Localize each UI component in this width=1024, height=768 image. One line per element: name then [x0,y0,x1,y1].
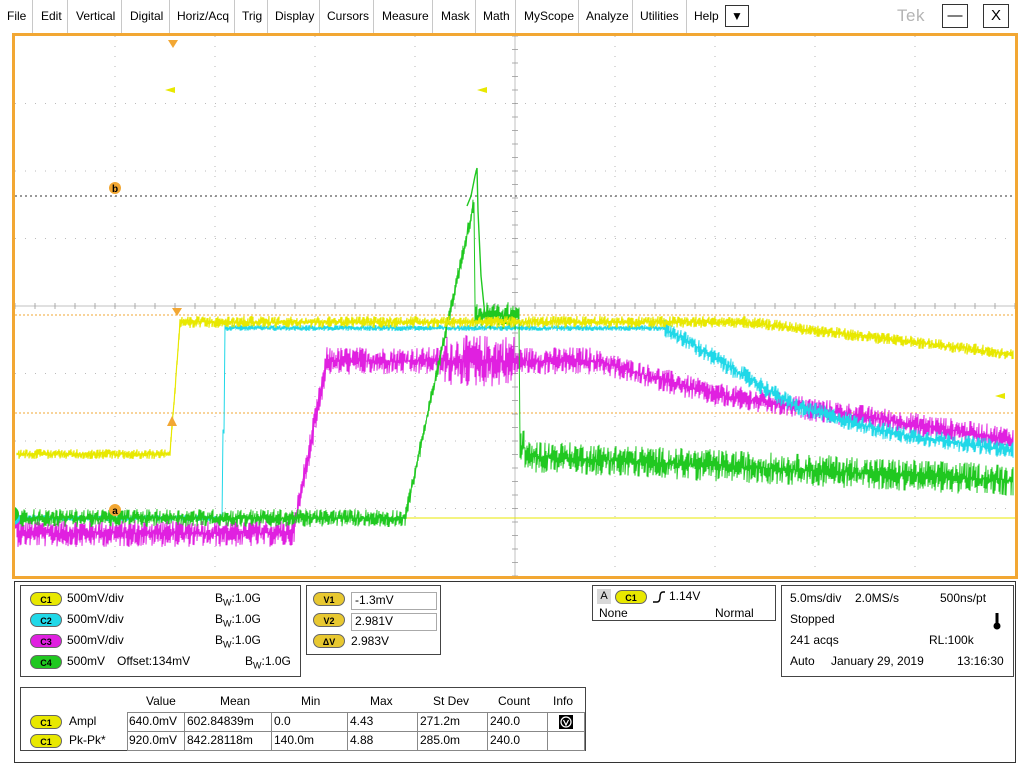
sample-rate: 2.0MS/s [855,591,900,605]
delta-v-chip: ΔV [313,634,345,648]
trigger-channel-chip: C1 [615,590,647,604]
ch1-bandwidth: BW:1.0G [215,591,261,608]
menu-horiz-acq[interactable]: Horiz/Acq [172,0,235,33]
ch2-chip[interactable]: C2 [30,613,62,627]
header-min: Min [301,694,321,708]
ref-b-label: b [112,184,118,195]
ch3-scale: 500mV/div [67,633,124,647]
timebase: 5.0ms/div [790,591,842,605]
date: January 29, 2019 [831,654,924,668]
v1-value: -1.3mV [351,592,437,610]
acquisition-count: 241 acqs [790,633,839,647]
rising-edge-icon [653,591,665,603]
ch4-bandwidth: BW:1.0G [245,654,291,671]
row2-min: 140.0m [274,733,315,747]
trigger-mode-auto: Auto [790,654,815,668]
ch4-scale: 500mV [67,654,106,668]
ch3-bandwidth: BW:1.0G [215,633,261,650]
menu-edit[interactable]: Edit [36,0,68,33]
cursor-readout-box[interactable]: V1 -1.3mV V2 2.981V ΔV 2.983V [306,585,441,655]
trigger-level-arrow [167,416,177,426]
header-value: Value [146,694,176,708]
ref-a-label: a [112,506,118,517]
time: 13:16:30 [957,654,1004,668]
ch1-chip[interactable]: C1 [30,592,62,606]
ch2-scale: 500mV/div [67,612,124,626]
menu-display[interactable]: Display [270,0,320,33]
info-icon[interactable] [558,714,574,730]
menu-measure[interactable]: Measure [377,0,433,33]
trigger-level: 1.14V [669,589,701,603]
channel-settings-box[interactable]: C1 500mV/div BW:1.0G C2 500mV/div BW:1.0… [20,585,301,677]
thermometer-icon [993,613,1001,630]
trigger-position-marker [168,40,178,48]
menu-utilities[interactable]: Utilities [635,0,687,33]
header-max: Max [370,694,393,708]
row1-min: 0.0 [274,714,291,728]
row1-max: 4.43 [350,714,374,728]
header-mean: Mean [220,694,251,708]
acquisition-state: Stopped [790,612,835,626]
resolution: 500ns/pt [940,591,987,605]
row2-value: 920.0mV [129,733,178,747]
menu-cursors[interactable]: Cursors [322,0,374,33]
header-count: Count [498,694,531,708]
acquisition-box[interactable]: 5.0ms/div 2.0MS/s 500ns/pt Stopped 241 a… [781,585,1014,677]
delta-v-value: 2.983V [351,634,390,648]
row1-name: Ampl [69,714,97,728]
close-button[interactable]: X [983,4,1009,28]
ch2-bandwidth: BW:1.0G [215,612,261,629]
ref-arrow-left [165,87,175,93]
trigger-coupling: None [599,606,628,620]
trigger-source-label: A [597,589,611,604]
header-stdev: St Dev [433,694,470,708]
ch1-scale: 500mV/div [67,591,124,605]
ch4-chip[interactable]: C4 [30,655,62,669]
menu-digital[interactable]: Digital [125,0,170,33]
menu-bar: File Edit Vertical Digital Horiz/Acq Tri… [0,0,1024,33]
menu-myscope[interactable]: MyScope [519,0,579,33]
ch4-offset: Offset:134mV [117,654,191,668]
menu-analyze[interactable]: Analyze [581,0,633,33]
ch3-chip[interactable]: C3 [30,634,62,648]
brand-logo: Tek [897,6,925,25]
v1-chip: V1 [313,592,345,606]
row2-name: Pk-Pk* [69,733,106,747]
menu-vertical[interactable]: Vertical [71,0,122,33]
row1-channel-chip[interactable]: C1 [30,715,62,729]
dropdown-menu-button[interactable]: ▼ [725,5,749,27]
ref-arrow-mid [477,87,487,93]
row1-stdev: 271.2m [420,714,461,728]
v2-value: 2.981V [351,613,437,631]
menu-mask[interactable]: Mask [436,0,476,33]
waveform-display[interactable]: ab4 [15,36,1015,576]
row2-channel-chip[interactable]: C1 [30,734,62,748]
ch4-spike [466,167,486,317]
menu-file[interactable]: File [2,0,33,33]
row2-mean: 842.28118m [187,733,253,747]
trigger-mode: Normal [715,606,754,620]
menu-trig[interactable]: Trig [237,0,268,33]
row2-stdev: 285.0m [420,733,461,747]
row2-max: 4.88 [350,733,374,747]
v2-chip: V2 [313,613,345,627]
minimize-button[interactable]: — [942,4,968,28]
row1-value: 640.0mV [129,714,178,728]
row2-count: 240.0 [490,733,521,747]
measurement-table[interactable]: Value Mean Min Max St Dev Count Info C1 … [20,687,586,751]
trigger-box[interactable]: A C1 1.14V None Normal [592,585,776,621]
menu-math[interactable]: Math [478,0,516,33]
table-cell-border [547,731,585,751]
menu-help[interactable]: Help [689,0,723,33]
record-length: RL:100k [929,633,974,647]
row1-count: 240.0 [490,714,521,728]
header-info: Info [553,694,574,708]
row1-mean: 602.84839m [187,714,254,728]
ch1-offset-arrow [995,393,1005,399]
